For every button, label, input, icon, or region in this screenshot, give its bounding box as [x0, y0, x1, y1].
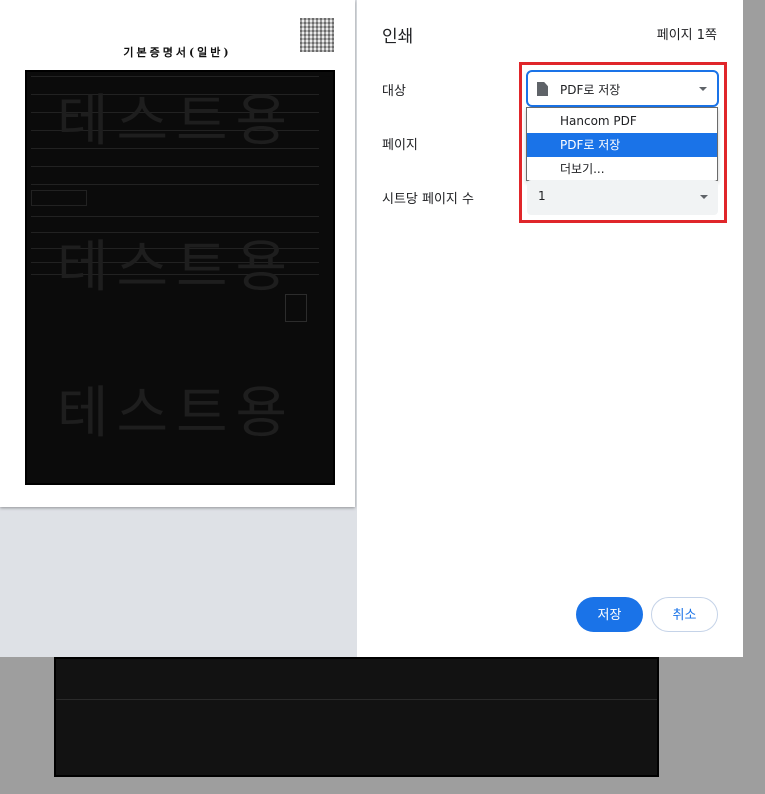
destination-option-save-as-pdf[interactable]: PDF로 저장: [527, 133, 717, 157]
save-button[interactable]: 저장: [576, 597, 643, 632]
background-rule: [56, 699, 657, 700]
destination-select[interactable]: PDF로 저장: [526, 70, 719, 107]
pages-label: 페이지: [382, 138, 418, 153]
table-line: [31, 184, 319, 185]
print-preview-area: 기본증명서(일반) 테스트용 테스트용 테스트용: [0, 0, 357, 657]
pages-per-sheet-label: 시트당 페이지 수: [382, 192, 474, 207]
file-icon: [537, 82, 548, 96]
right-gutter: [743, 0, 765, 657]
background-document: [54, 657, 659, 777]
table-cell: [31, 190, 87, 206]
watermark-text: 테스트용: [57, 235, 296, 300]
print-settings-panel: 인쇄 페이지 1쪽 대상 페이지 시트당 페이지 수 PDF로 저장 Hanco…: [357, 0, 743, 657]
print-title: 인쇄: [382, 27, 414, 47]
destination-selected-value: PDF로 저장: [560, 83, 621, 97]
page-count: 페이지 1쪽: [656, 28, 717, 43]
chevron-down-icon: [700, 195, 708, 199]
pages-per-sheet-value: 1: [538, 189, 546, 203]
chevron-down-icon: [699, 87, 707, 91]
document-title: 기본증명서(일반): [123, 46, 232, 59]
pages-per-sheet-select[interactable]: 1: [527, 180, 718, 215]
print-dialog: 기본증명서(일반) 테스트용 테스트용 테스트용 인쇄 페이지 1쪽 대상 페이…: [0, 0, 743, 657]
destination-option-hancom-pdf[interactable]: Hancom PDF: [527, 109, 717, 133]
destination-option-more[interactable]: 더보기...: [527, 157, 717, 181]
watermark-text: 테스트용: [57, 89, 296, 154]
watermark-text: 테스트용: [57, 381, 296, 446]
table-line: [31, 216, 319, 217]
preview-page: 기본증명서(일반) 테스트용 테스트용 테스트용: [0, 0, 355, 507]
destination-dropdown: Hancom PDF PDF로 저장 더보기...: [526, 107, 718, 181]
destination-label: 대상: [382, 84, 406, 99]
table-line: [31, 166, 319, 167]
document-body: 테스트용 테스트용 테스트용: [25, 70, 335, 485]
cancel-button[interactable]: 취소: [651, 597, 718, 632]
